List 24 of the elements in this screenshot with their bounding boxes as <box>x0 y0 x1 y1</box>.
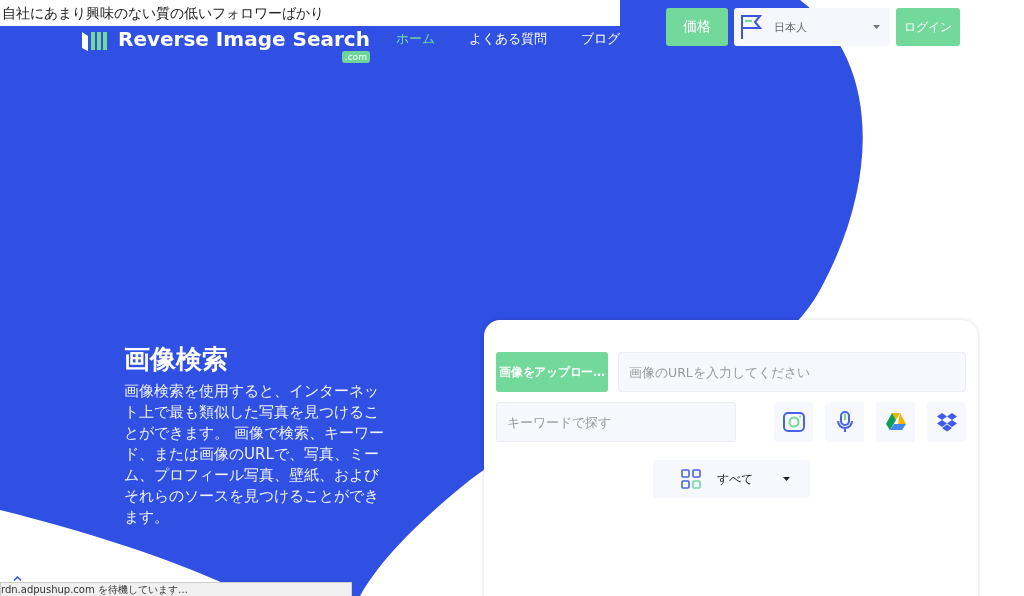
hero-description: 画像検索を使用すると、インターネット上で最も類似した写真を見つけることができます。 画像で検索、キーワード、または画像のURLで、写真、ミーム、プロフィール写真、壁紙、およびそれらのソースを見つけることができます。 <box>124 381 385 528</box>
camera-icon <box>781 410 806 434</box>
microphone-button[interactable] <box>825 402 864 442</box>
url-input[interactable]: 画像のURLを入力してください <box>618 352 966 392</box>
domain-badge: .com <box>341 51 370 63</box>
status-text: rdn.adpushup.com を待機しています… <box>0 582 352 596</box>
hero-title: 画像検索 <box>124 343 229 375</box>
flag-icon <box>740 14 762 40</box>
logo-text: Reverse Image Search <box>118 28 370 50</box>
notice-text: 自社にあまり興味のない質の低いフォロワーばかり <box>0 0 620 26</box>
caret-icon <box>782 477 790 481</box>
nav-link[interactable]: ホーム <box>395 30 435 48</box>
camera-button[interactable] <box>774 402 813 442</box>
language-value: 日本人 <box>774 19 808 35</box>
language-select[interactable]: 日本人 <box>734 8 890 46</box>
caret-icon <box>873 25 880 29</box>
keyword-input[interactable]: キーワードで探す <box>496 402 736 442</box>
category-value: すべて <box>716 470 754 488</box>
grid-icon <box>680 469 701 489</box>
nav-link[interactable]: よくある質問 <box>468 30 547 48</box>
box-stack-icon <box>934 410 959 434</box>
nav-link[interactable]: ブログ <box>580 30 620 48</box>
chevron-up-icon[interactable] <box>13 576 22 581</box>
category-select[interactable]: すべて <box>652 460 810 498</box>
